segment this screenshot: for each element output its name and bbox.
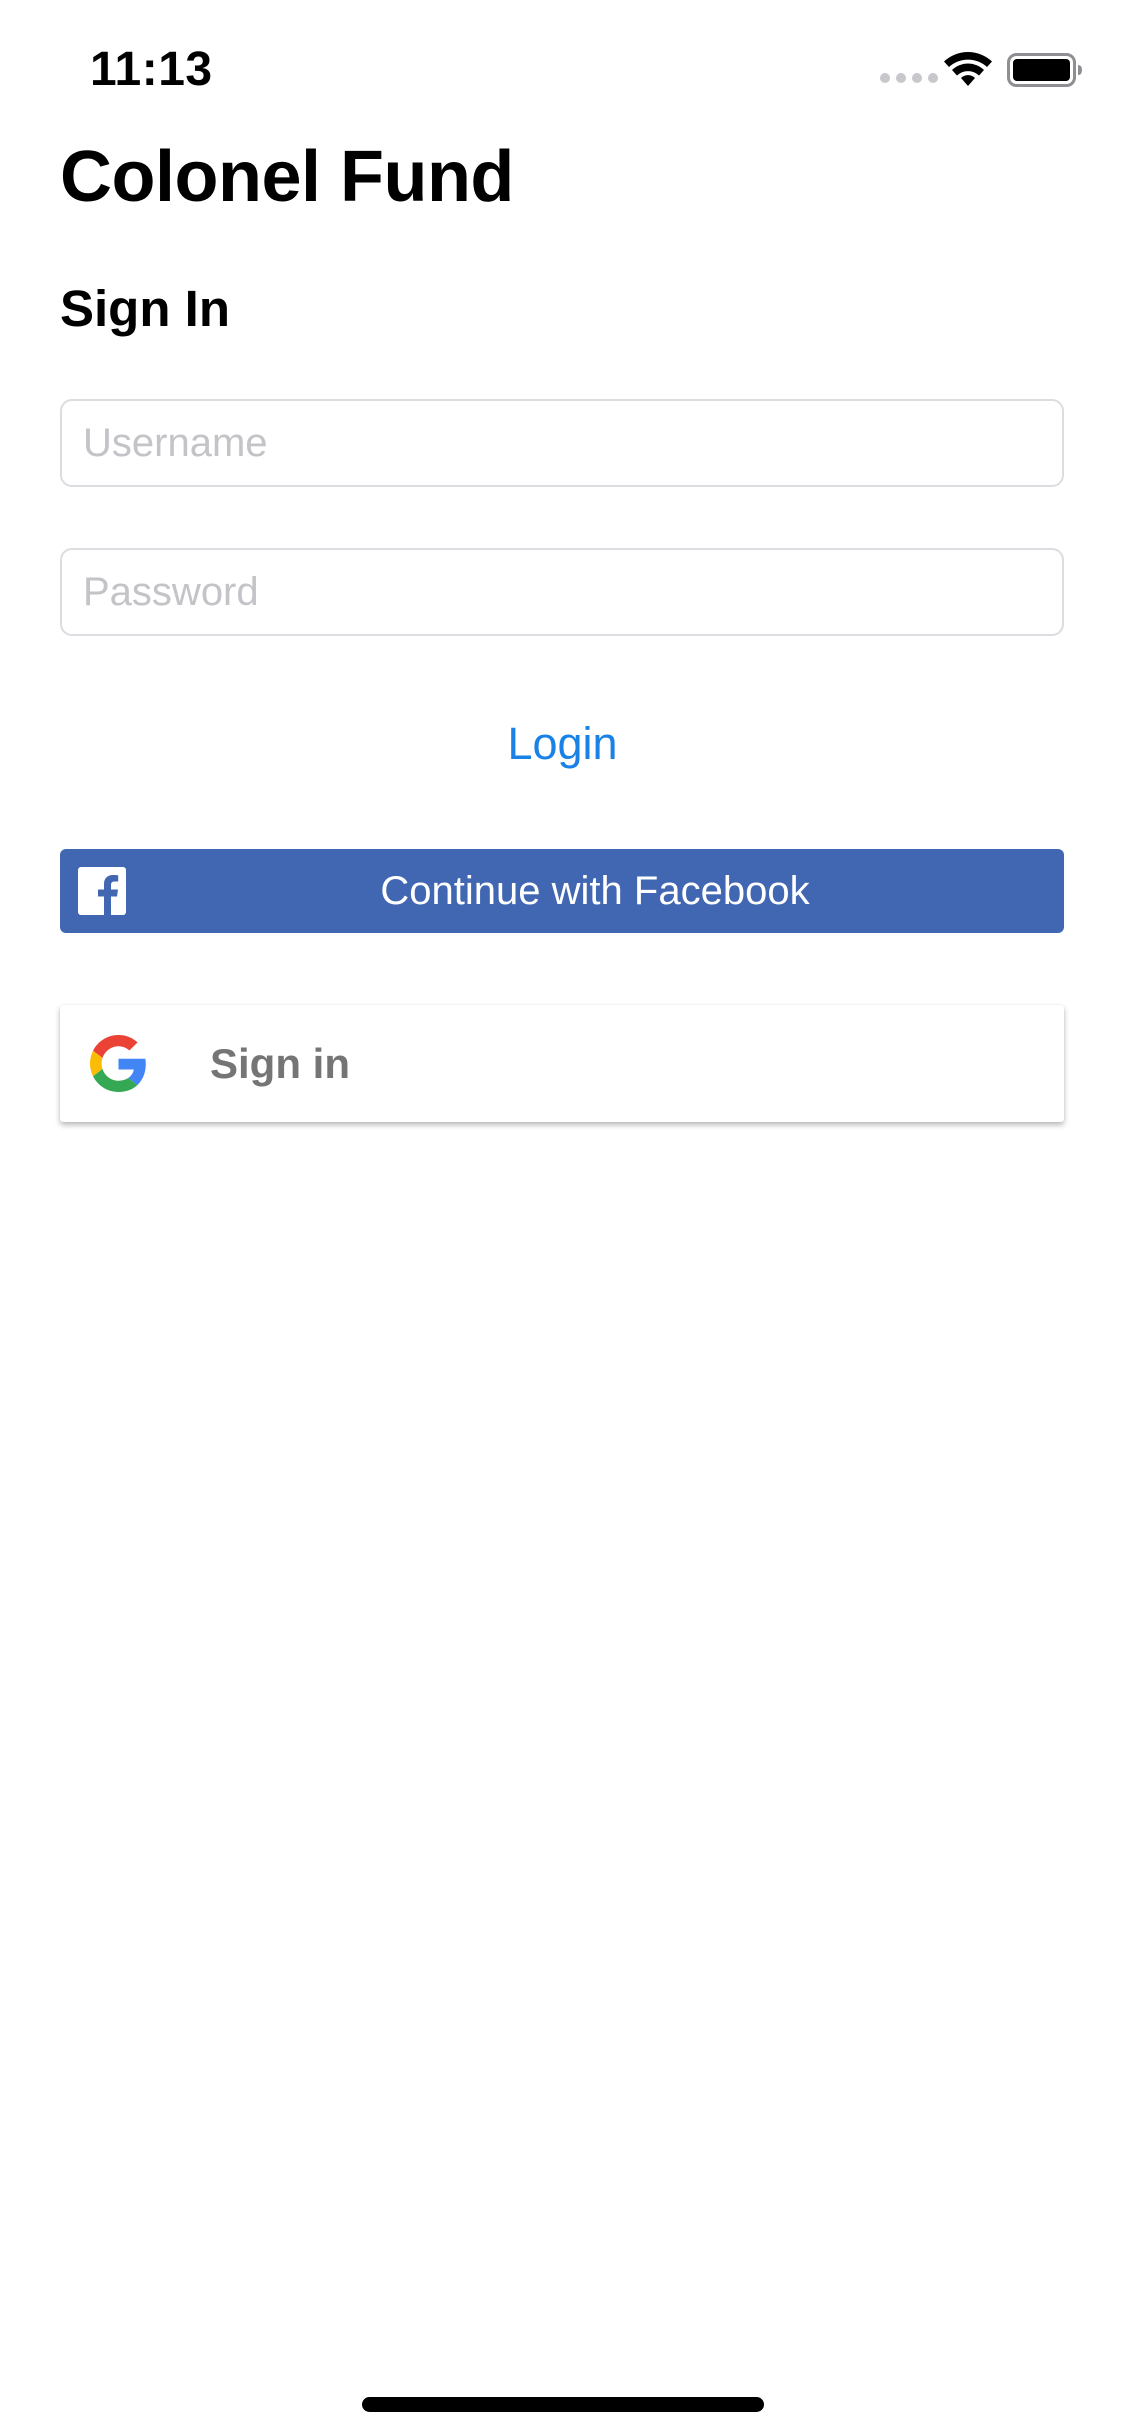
google-button-label: Sign in: [210, 1040, 350, 1087]
battery-icon: [1007, 53, 1082, 87]
wifi-icon: [944, 51, 992, 86]
login-button[interactable]: Login: [0, 714, 1125, 774]
password-input[interactable]: [62, 550, 1062, 634]
facebook-button-label: Continue with Facebook: [380, 869, 810, 913]
home-indicator[interactable]: [362, 2397, 764, 2412]
status-time: 11:13: [90, 43, 213, 96]
cellular-signal-icon: [880, 73, 938, 83]
password-field[interactable]: [60, 548, 1064, 636]
continue-with-facebook-button[interactable]: Continue with Facebook: [60, 849, 1064, 933]
app-title: Colonel Fund: [60, 137, 514, 217]
google-sign-in-button[interactable]: Sign in: [60, 1005, 1064, 1122]
username-field[interactable]: [60, 399, 1064, 487]
status-bar: 11:13: [0, 0, 1125, 132]
google-icon: [90, 1035, 146, 1092]
sign-in-heading: Sign In: [60, 280, 230, 337]
username-input[interactable]: [62, 401, 1062, 485]
